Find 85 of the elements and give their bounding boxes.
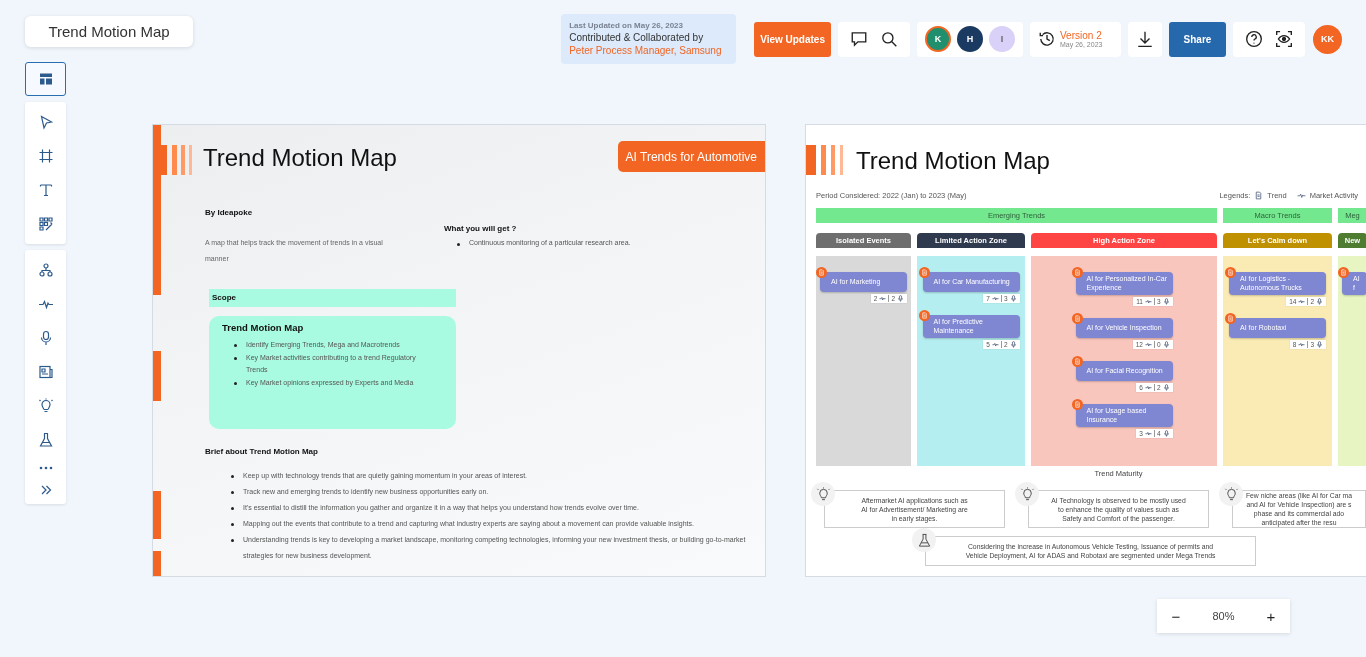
history-icon bbox=[1038, 30, 1056, 48]
flask-icon bbox=[37, 432, 54, 448]
grid-edit-icon bbox=[37, 216, 54, 232]
pulse-icon bbox=[1144, 341, 1152, 348]
brief-heading: Brief about Trend Motion Map bbox=[205, 447, 319, 456]
comment-icon[interactable] bbox=[850, 30, 868, 48]
collaborator-avatar[interactable]: H bbox=[957, 26, 983, 52]
accent-stripe bbox=[153, 551, 161, 576]
eye-frame-icon[interactable] bbox=[1275, 30, 1293, 48]
zoom-level: 80% bbox=[1212, 610, 1235, 622]
accent-stripe bbox=[153, 491, 161, 539]
document-badge-icon bbox=[1071, 356, 1083, 367]
lightbulb-icon bbox=[37, 398, 54, 414]
pulse-icon bbox=[1298, 298, 1306, 305]
version-label: Version 2 bbox=[1060, 30, 1103, 41]
zoom-in-button[interactable]: + bbox=[1262, 607, 1280, 625]
collaborator-avatar[interactable]: I bbox=[989, 26, 1015, 52]
document-badge-icon bbox=[1338, 267, 1349, 278]
slide-title: Trend Motion Map bbox=[203, 143, 397, 173]
document-badge-icon bbox=[1071, 267, 1083, 278]
pulse-icon bbox=[1296, 191, 1306, 200]
microphone-icon bbox=[1162, 341, 1170, 348]
layout-tool-button[interactable] bbox=[25, 62, 66, 96]
pulse-icon bbox=[1144, 430, 1152, 437]
document-icon bbox=[1254, 191, 1264, 200]
microphone-icon bbox=[1009, 295, 1017, 302]
pulse-icon bbox=[879, 295, 887, 302]
view-updates-button[interactable]: View Updates bbox=[754, 21, 831, 57]
microphone-icon bbox=[1316, 341, 1323, 348]
document-badge-icon bbox=[1071, 313, 1083, 324]
last-updated-text: Last Updated on May 26, 2023 bbox=[569, 21, 684, 30]
bullet-dot bbox=[234, 344, 237, 347]
microphone-icon bbox=[1162, 384, 1170, 391]
document-badge-icon bbox=[1071, 399, 1083, 410]
bullet-dot bbox=[234, 381, 237, 385]
bullet-dot bbox=[231, 491, 234, 494]
lightbulb-icon bbox=[1015, 482, 1039, 506]
accent-stripe bbox=[153, 351, 161, 401]
topic-tag: AI Trends for Automotive bbox=[617, 141, 765, 172]
pulse-icon bbox=[1144, 384, 1152, 391]
lightbulb-icon bbox=[1219, 482, 1243, 506]
microphone-icon bbox=[1162, 298, 1170, 305]
search-icon[interactable] bbox=[880, 30, 898, 48]
bullet-dot bbox=[231, 475, 234, 478]
pulse-icon bbox=[1144, 298, 1152, 305]
layout-icon bbox=[37, 71, 54, 87]
pulse-icon bbox=[1298, 341, 1306, 348]
contributed-label: Contributed & Collaborated by bbox=[569, 32, 705, 43]
contributors-link[interactable]: Peter Process Manager, Samsung bbox=[569, 45, 729, 56]
collaborator-avatar[interactable]: K bbox=[925, 26, 951, 52]
microphone-icon bbox=[1009, 341, 1017, 348]
pulse-icon bbox=[991, 341, 999, 348]
slide-title: Trend Motion Map bbox=[856, 146, 1050, 176]
document-badge-icon bbox=[918, 267, 930, 278]
bullet-dot bbox=[234, 356, 237, 360]
scope-title: Trend Motion Map bbox=[222, 322, 305, 333]
help-icon[interactable] bbox=[1245, 30, 1263, 48]
zoom-out-button[interactable]: − bbox=[1167, 607, 1185, 625]
bullet-dot bbox=[231, 539, 234, 542]
map-slide[interactable] bbox=[805, 124, 1366, 577]
document-title[interactable]: Trend Motion Map bbox=[25, 16, 193, 47]
document-badge-icon bbox=[918, 310, 930, 321]
benefits-heading: What you will get ? bbox=[444, 224, 518, 233]
bullet-dot bbox=[231, 507, 234, 510]
author-text: By Ideapoke bbox=[205, 208, 254, 217]
document-badge-icon bbox=[1225, 313, 1236, 324]
microphone-icon bbox=[897, 295, 904, 302]
hierarchy-icon bbox=[37, 262, 54, 278]
microphone-icon bbox=[1162, 430, 1170, 437]
document-badge-icon bbox=[1225, 267, 1236, 278]
download-icon[interactable] bbox=[1136, 30, 1154, 48]
bullet-dot bbox=[457, 243, 460, 246]
flask-icon bbox=[912, 528, 936, 552]
overview-slide[interactable] bbox=[152, 124, 766, 577]
user-avatar[interactable]: KK bbox=[1313, 24, 1342, 54]
microphone-icon bbox=[1316, 298, 1323, 305]
document-badge-icon bbox=[816, 267, 827, 278]
frame-icon bbox=[37, 148, 54, 164]
share-button[interactable]: Share bbox=[1169, 21, 1226, 57]
pulse-icon bbox=[991, 295, 999, 302]
lightbulb-icon bbox=[811, 482, 835, 506]
scope-label: Scope bbox=[209, 289, 456, 307]
text-icon bbox=[37, 182, 54, 198]
news-icon bbox=[37, 364, 54, 380]
bullet-dot bbox=[231, 523, 234, 526]
